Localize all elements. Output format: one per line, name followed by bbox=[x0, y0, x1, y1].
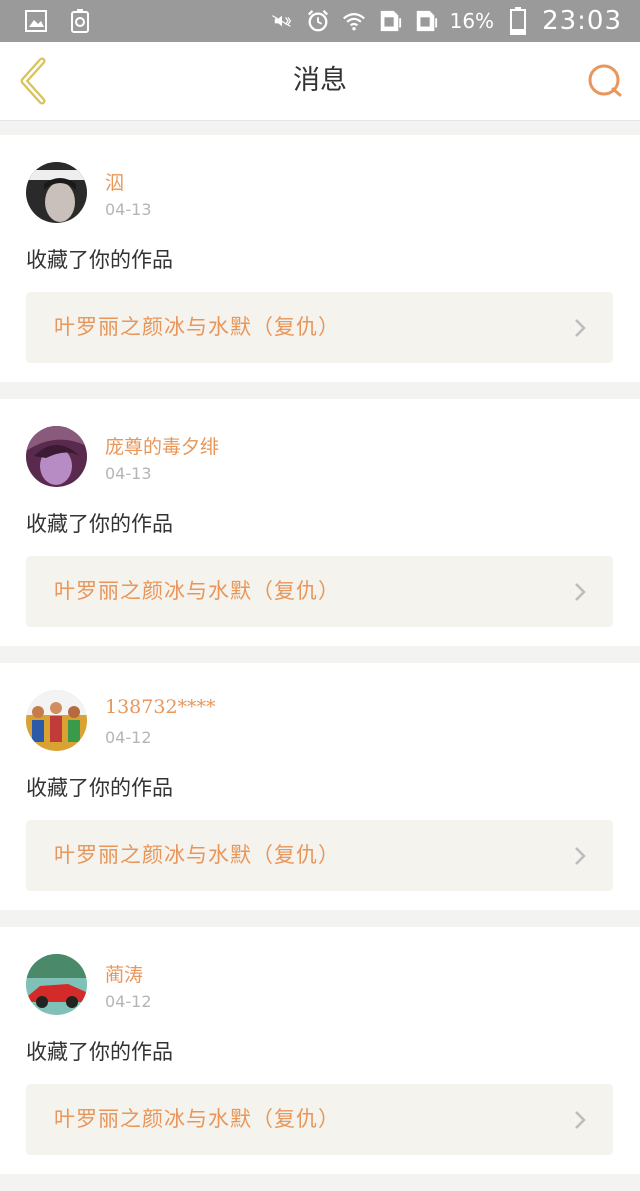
work-title: 叶罗丽之颜冰与水默（复仇） bbox=[54, 843, 340, 867]
nav-bar: 消息 bbox=[0, 42, 640, 121]
work-title: 叶罗丽之颜冰与水默（复仇） bbox=[54, 579, 340, 603]
username[interactable]: 泅 bbox=[105, 168, 124, 195]
work-link[interactable]: 叶罗丽之颜冰与水默（复仇） bbox=[26, 1084, 613, 1155]
work-link[interactable]: 叶罗丽之颜冰与水默（复仇） bbox=[26, 820, 613, 891]
message-list: 泅 04-13 收藏了你的作品 叶罗丽之颜冰与水默（复仇） 庞尊的毒夕绯 04-… bbox=[0, 135, 640, 1191]
mute-icon bbox=[270, 9, 294, 33]
chevron-right-icon bbox=[575, 1111, 586, 1129]
clock: 23:03 bbox=[542, 6, 622, 36]
avatar[interactable] bbox=[26, 426, 87, 487]
message-card: 庞尊的毒夕绯 04-13 收藏了你的作品 叶罗丽之颜冰与水默（复仇） bbox=[0, 399, 640, 646]
action-text: 收藏了你的作品 bbox=[26, 512, 173, 536]
action-text: 收藏了你的作品 bbox=[26, 248, 173, 272]
message-card: 蔺涛 04-12 收藏了你的作品 叶罗丽之颜冰与水默（复仇） bbox=[0, 927, 640, 1174]
work-link[interactable]: 叶罗丽之颜冰与水默（复仇） bbox=[26, 556, 613, 627]
work-title: 叶罗丽之颜冰与水默（复仇） bbox=[54, 315, 340, 339]
avatar[interactable] bbox=[26, 954, 87, 1015]
message-date: 04-13 bbox=[105, 200, 152, 219]
chevron-right-icon bbox=[575, 319, 586, 337]
page-title: 消息 bbox=[293, 65, 347, 96]
search-button[interactable] bbox=[586, 62, 624, 100]
battery-icon bbox=[506, 7, 530, 35]
work-link[interactable]: 叶罗丽之颜冰与水默（复仇） bbox=[26, 292, 613, 363]
avatar[interactable] bbox=[26, 162, 87, 223]
message-date: 04-12 bbox=[105, 728, 152, 747]
search-icon bbox=[588, 64, 622, 97]
alarm-icon bbox=[306, 9, 330, 33]
avatar[interactable] bbox=[26, 690, 87, 751]
chevron-right-icon bbox=[575, 583, 586, 601]
action-text: 收藏了你的作品 bbox=[26, 776, 173, 800]
sim-2-icon bbox=[414, 9, 438, 33]
message-date: 04-12 bbox=[105, 992, 152, 1011]
wifi-icon bbox=[342, 9, 366, 33]
work-title: 叶罗丽之颜冰与水默（复仇） bbox=[54, 1107, 340, 1131]
username[interactable]: 138732**** bbox=[105, 696, 216, 718]
action-text: 收藏了你的作品 bbox=[26, 1040, 173, 1064]
battery-percent: 16% bbox=[449, 9, 495, 33]
message-date: 04-13 bbox=[105, 464, 152, 483]
recycle-notification-icon bbox=[68, 9, 92, 33]
username[interactable]: 蔺涛 bbox=[105, 960, 143, 987]
chevron-right-icon bbox=[575, 847, 586, 865]
username[interactable]: 庞尊的毒夕绯 bbox=[105, 432, 219, 459]
sim-1-icon bbox=[378, 9, 402, 33]
message-card: 138732**** 04-12 收藏了你的作品 叶罗丽之颜冰与水默（复仇） bbox=[0, 663, 640, 910]
status-bar: 16% 23:03 bbox=[0, 0, 640, 42]
message-card: 泅 04-13 收藏了你的作品 叶罗丽之颜冰与水默（复仇） bbox=[0, 135, 640, 382]
gallery-notification-icon bbox=[24, 9, 48, 33]
